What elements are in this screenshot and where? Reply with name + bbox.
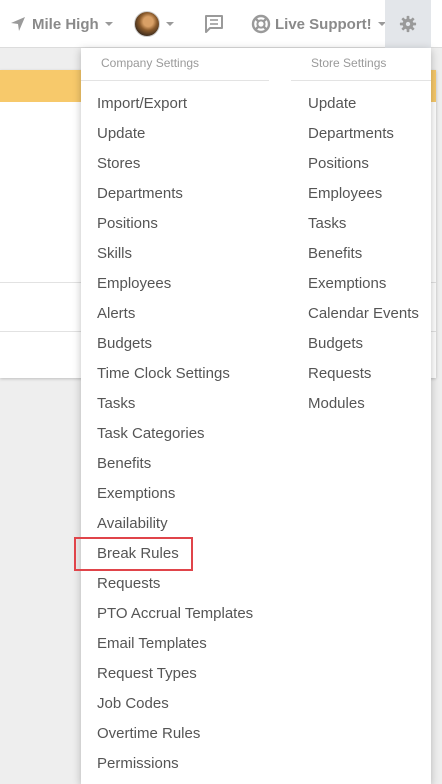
company-item-permissions[interactable]: Permissions <box>81 749 271 779</box>
store-item-requests[interactable]: Requests <box>291 359 431 389</box>
settings-dropdown: Company Settings Import/Export Update Stor… <box>74 48 431 784</box>
store-settings-menu: Update Departments Positions Employees Tasks… <box>291 89 431 419</box>
menu-item-label: Benefits <box>308 245 363 262</box>
company-item-pto-accrual-templates[interactable]: PTO Accrual Templates <box>81 599 271 629</box>
company-item-tasks[interactable]: Tasks <box>81 389 271 419</box>
company-item-exemptions[interactable]: Exemptions <box>81 479 271 509</box>
menu-item-label: Employees <box>308 185 383 202</box>
menu-item-label: Stores <box>97 155 141 172</box>
company-item-update[interactable]: Update <box>81 119 271 149</box>
company-item-import-export[interactable]: Import/Export <box>81 89 271 119</box>
company-item-break-rules[interactable]: Break Rules <box>74 537 271 571</box>
menu-item-label: Overtime Rules <box>97 725 201 742</box>
chat-button[interactable] <box>204 0 224 48</box>
menu-item-label: Tasks <box>97 395 136 412</box>
company-item-request-types[interactable]: Request Types <box>81 659 271 689</box>
company-item-availability[interactable]: Availability <box>81 509 271 539</box>
menu-item-label: Import/Export <box>97 95 188 112</box>
company-item-overtime-rules[interactable]: Overtime Rules <box>81 719 271 749</box>
menu-item-label: Email Templates <box>97 635 207 652</box>
company-item-requests[interactable]: Requests <box>81 569 271 599</box>
company-item-stores[interactable]: Stores <box>81 149 271 179</box>
company-item-time-clock-settings[interactable]: Time Clock Settings <box>81 359 271 389</box>
company-item-positions[interactable]: Positions <box>81 209 271 239</box>
menu-item-label: Tasks <box>308 215 347 232</box>
company-item-skills[interactable]: Skills <box>81 239 271 269</box>
menu-item-label: Exemptions <box>308 275 387 292</box>
menu-item-label: Budgets <box>97 335 153 352</box>
live-support-label: Live Support! <box>275 15 372 33</box>
company-item-budgets[interactable]: Budgets <box>81 329 271 359</box>
chat-icon <box>205 15 223 33</box>
store-item-budgets[interactable]: Budgets <box>291 329 431 359</box>
user-menu[interactable] <box>134 0 174 48</box>
menu-item-label: Update <box>97 125 146 142</box>
company-item-alerts[interactable]: Alerts <box>81 299 271 329</box>
location-label: Mile High <box>32 15 99 33</box>
store-item-calendar-events[interactable]: Calendar Events <box>291 299 431 329</box>
menu-item-label: Calendar Events <box>308 305 419 322</box>
store-item-modules[interactable]: Modules <box>291 389 431 419</box>
menu-item-label: Departments <box>308 125 394 142</box>
company-item-benefits[interactable]: Benefits <box>81 449 271 479</box>
settings-button[interactable] <box>385 0 431 48</box>
menu-item-label: Positions <box>308 155 369 172</box>
menu-item-label: Time Clock Settings <box>97 365 230 382</box>
top-navbar: Mile High Live Support! <box>0 0 442 48</box>
company-settings-menu: Import/Export Update Stores Departments Posi… <box>74 89 271 779</box>
store-item-update[interactable]: Update <box>291 89 431 119</box>
store-item-departments[interactable]: Departments <box>291 119 431 149</box>
company-item-email-templates[interactable]: Email Templates <box>81 629 271 659</box>
menu-item-label: Request Types <box>97 665 197 682</box>
store-settings-column: Store Settings Update Departments Position… <box>291 48 431 419</box>
store-item-positions[interactable]: Positions <box>291 149 431 179</box>
company-item-departments[interactable]: Departments <box>81 179 271 209</box>
chevron-down-icon <box>104 22 113 26</box>
chevron-down-icon <box>166 22 174 26</box>
company-item-task-categories[interactable]: Task Categories <box>81 419 271 449</box>
menu-item-label: Availability <box>97 515 168 532</box>
gear-icon <box>399 15 417 33</box>
avatar <box>134 11 160 37</box>
menu-item-label: Permissions <box>97 755 179 772</box>
menu-item-label: Departments <box>97 185 183 202</box>
menu-item-label: Skills <box>97 245 133 262</box>
store-item-employees[interactable]: Employees <box>291 179 431 209</box>
menu-item-label: Task Categories <box>97 425 205 442</box>
menu-item-label: Update <box>308 95 357 112</box>
company-settings-column: Company Settings Import/Export Update Stor… <box>74 48 271 779</box>
menu-item-label: Budgets <box>308 335 364 352</box>
menu-item-label: Exemptions <box>97 485 176 502</box>
company-item-employees[interactable]: Employees <box>81 269 271 299</box>
company-settings-header: Company Settings <box>81 48 269 81</box>
store-item-benefits[interactable]: Benefits <box>291 239 431 269</box>
menu-item-label: Alerts <box>97 305 136 322</box>
live-support-menu[interactable]: Live Support! <box>251 0 386 48</box>
location-arrow-icon <box>11 17 25 31</box>
menu-item-label: Requests <box>97 575 161 592</box>
menu-item-label: Requests <box>308 365 372 382</box>
location-selector[interactable]: Mile High <box>10 0 113 48</box>
menu-item-label: Modules <box>308 395 365 412</box>
menu-item-label: Employees <box>97 275 172 292</box>
store-item-exemptions[interactable]: Exemptions <box>291 269 431 299</box>
company-item-job-codes[interactable]: Job Codes <box>81 689 271 719</box>
menu-item-label: PTO Accrual Templates <box>97 605 254 622</box>
menu-item-label: Positions <box>97 215 158 232</box>
highlight-box <box>74 537 193 571</box>
menu-item-label: Job Codes <box>97 695 169 712</box>
store-settings-header: Store Settings <box>291 48 431 81</box>
store-item-tasks[interactable]: Tasks <box>291 209 431 239</box>
menu-item-label: Benefits <box>97 455 152 472</box>
lifebuoy-icon <box>251 14 271 34</box>
